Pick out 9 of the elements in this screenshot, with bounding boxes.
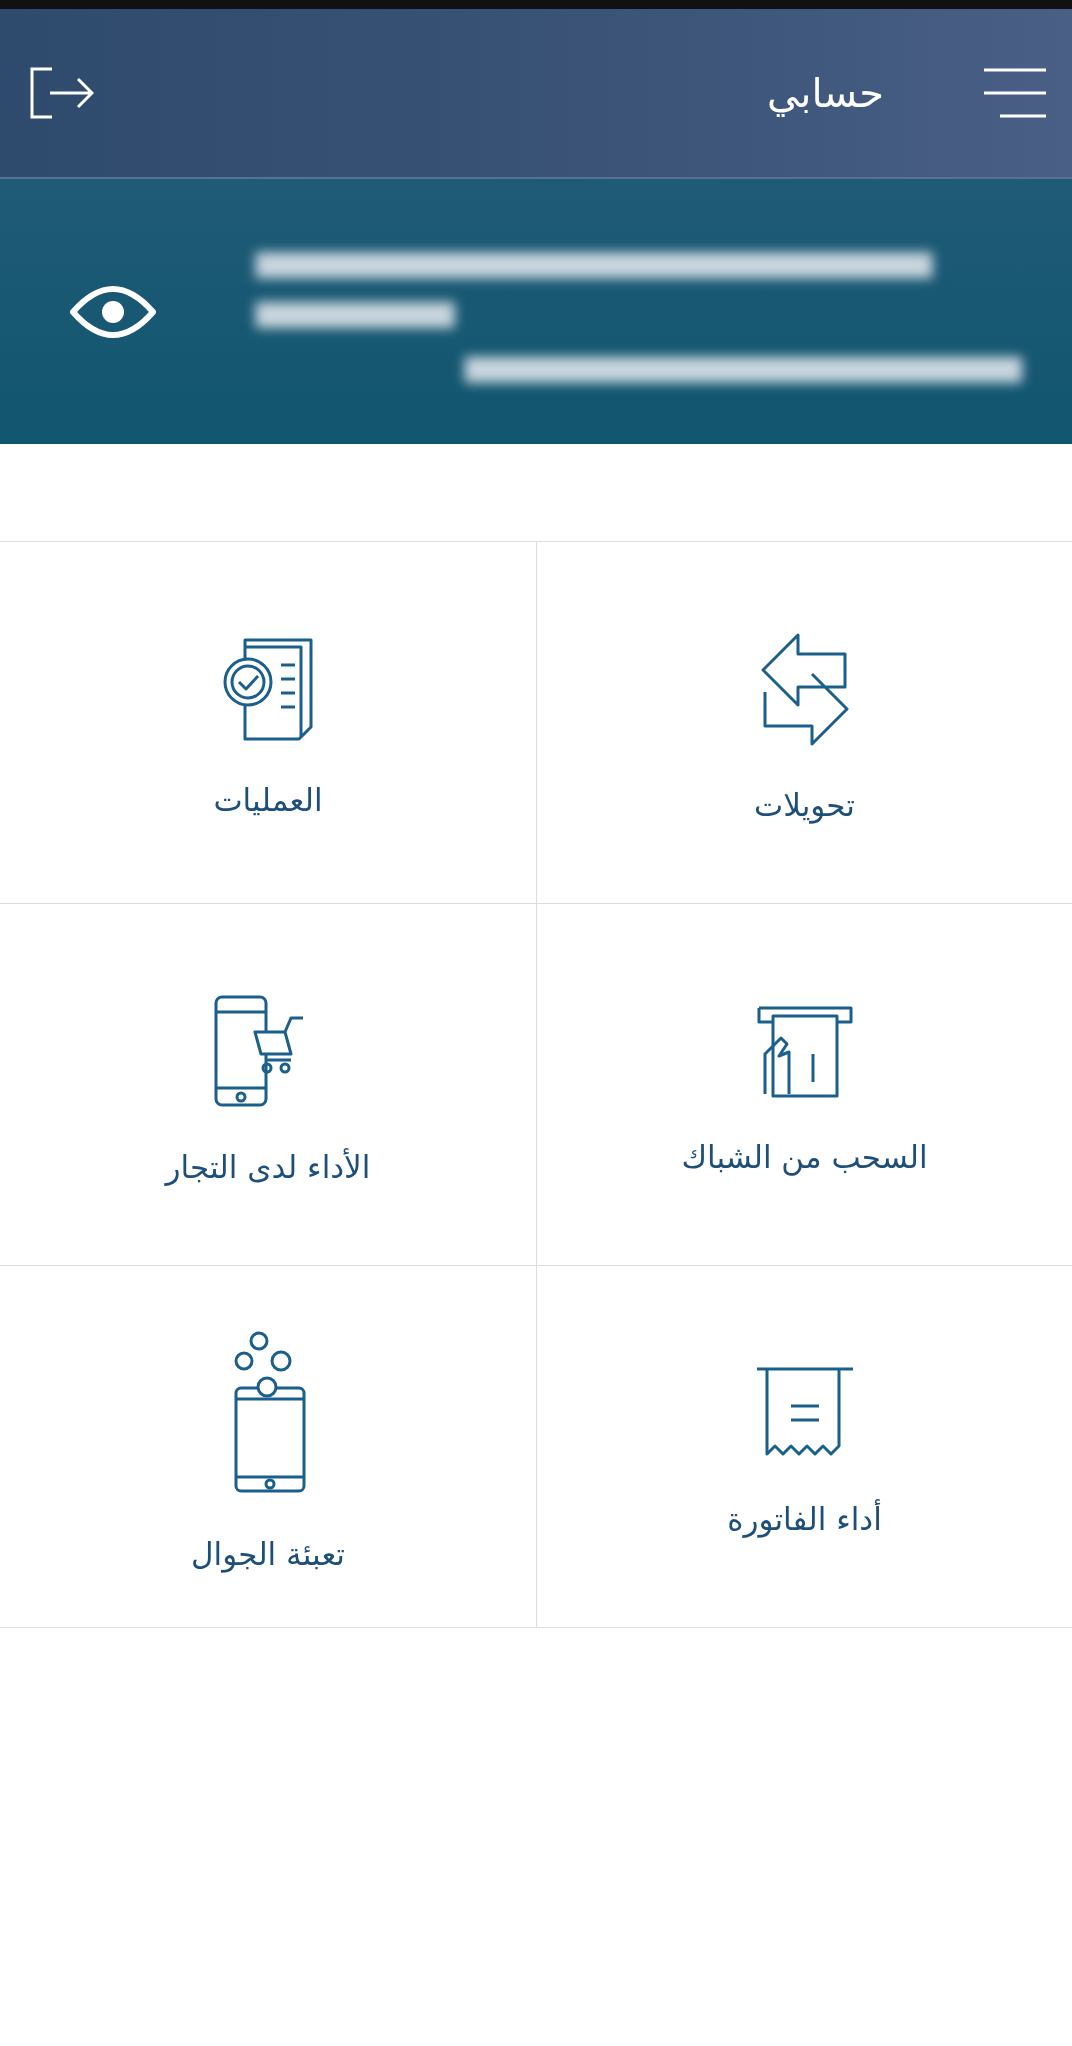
arrows-icon (759, 632, 850, 747)
logout-icon[interactable] (30, 67, 94, 119)
menu-icon[interactable] (984, 68, 1046, 118)
menu-tile[interactable]: أداء الفاتورة (536, 1266, 1072, 1628)
menu-tile[interactable]: السحب من الشباك (536, 904, 1072, 1266)
menu-tile[interactable]: تحويلات (536, 542, 1072, 904)
page-title: حسابي (766, 70, 884, 116)
document-check-icon (223, 637, 313, 742)
eye-icon[interactable] (70, 283, 156, 340)
